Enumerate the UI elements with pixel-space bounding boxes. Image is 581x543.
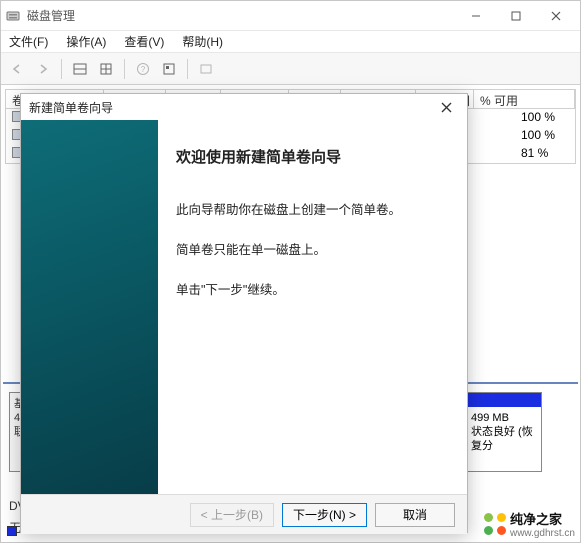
close-icon <box>441 102 452 113</box>
action-icon <box>194 57 218 81</box>
back-icon <box>5 57 29 81</box>
dialog-title: 新建简单卷向导 <box>29 99 433 116</box>
wizard-heading: 欢迎使用新建简单卷向导 <box>176 146 449 167</box>
separator <box>124 59 125 79</box>
window-title: 磁盘管理 <box>27 7 456 24</box>
pct-cell: 100 % <box>515 109 575 127</box>
watermark: 纯净之家 www.gdhrst.cn <box>484 509 575 539</box>
menubar: 文件(F) 操作(A) 查看(V) 帮助(H) <box>1 31 580 53</box>
back-button: < 上一步(B) <box>190 503 274 527</box>
cancel-button[interactable]: 取消 <box>375 503 455 527</box>
watermark-text: 纯净之家 www.gdhrst.cn <box>510 509 575 539</box>
refresh-icon[interactable] <box>94 57 118 81</box>
pct-cell: 100 % <box>515 127 575 145</box>
clover-icon <box>484 513 506 535</box>
menu-action[interactable]: 操作(A) <box>62 31 110 52</box>
dialog-footer: < 上一步(B) 下一步(N) > 取消 <box>21 494 467 534</box>
legend-box-icon <box>7 526 17 536</box>
svg-text:?: ? <box>141 65 146 74</box>
window-buttons <box>456 2 576 30</box>
titlebar: 磁盘管理 <box>1 1 580 31</box>
menu-file[interactable]: 文件(F) <box>5 31 52 52</box>
wizard-side-image <box>21 120 158 494</box>
separator <box>187 59 188 79</box>
wizard-text-1: 此向导帮助你在磁盘上创建一个简单卷。 <box>176 201 449 219</box>
next-button[interactable]: 下一步(N) > <box>282 503 367 527</box>
new-simple-volume-wizard: 新建简单卷向导 欢迎使用新建简单卷向导 此向导帮助你在磁盘上创建一个简单卷。 简… <box>20 93 468 533</box>
partition-recovery[interactable]: 499 MB 状态良好 (恢复分 <box>464 392 542 472</box>
properties-icon[interactable] <box>157 57 181 81</box>
partition-color-bar <box>465 393 541 407</box>
maximize-button[interactable] <box>496 2 536 30</box>
wizard-main: 欢迎使用新建简单卷向导 此向导帮助你在磁盘上创建一个简单卷。 简单卷只能在单一磁… <box>158 120 467 494</box>
forward-icon <box>31 57 55 81</box>
dialog-body: 欢迎使用新建简单卷向导 此向导帮助你在磁盘上创建一个简单卷。 简单卷只能在单一磁… <box>21 120 467 494</box>
pct-cell: 81 % <box>515 145 575 163</box>
partition-size: 499 MB <box>471 411 535 425</box>
minimize-button[interactable] <box>456 2 496 30</box>
wizard-text-2: 简单卷只能在单一磁盘上。 <box>176 241 449 259</box>
dialog-close-button[interactable] <box>433 96 459 118</box>
app-icon <box>5 8 21 24</box>
toolbar: ? <box>1 53 580 85</box>
dialog-titlebar: 新建简单卷向导 <box>21 94 467 120</box>
wizard-text-3: 单击"下一步"继续。 <box>176 281 449 299</box>
menu-help[interactable]: 帮助(H) <box>178 31 227 52</box>
close-button[interactable] <box>536 2 576 30</box>
menu-view[interactable]: 查看(V) <box>120 31 168 52</box>
partition-status: 状态良好 (恢复分 <box>471 425 535 453</box>
separator <box>61 59 62 79</box>
legend <box>7 526 17 536</box>
col-pctfree[interactable]: % 可用 <box>474 90 575 108</box>
view-panes-icon[interactable] <box>68 57 92 81</box>
help-icon: ? <box>131 57 155 81</box>
